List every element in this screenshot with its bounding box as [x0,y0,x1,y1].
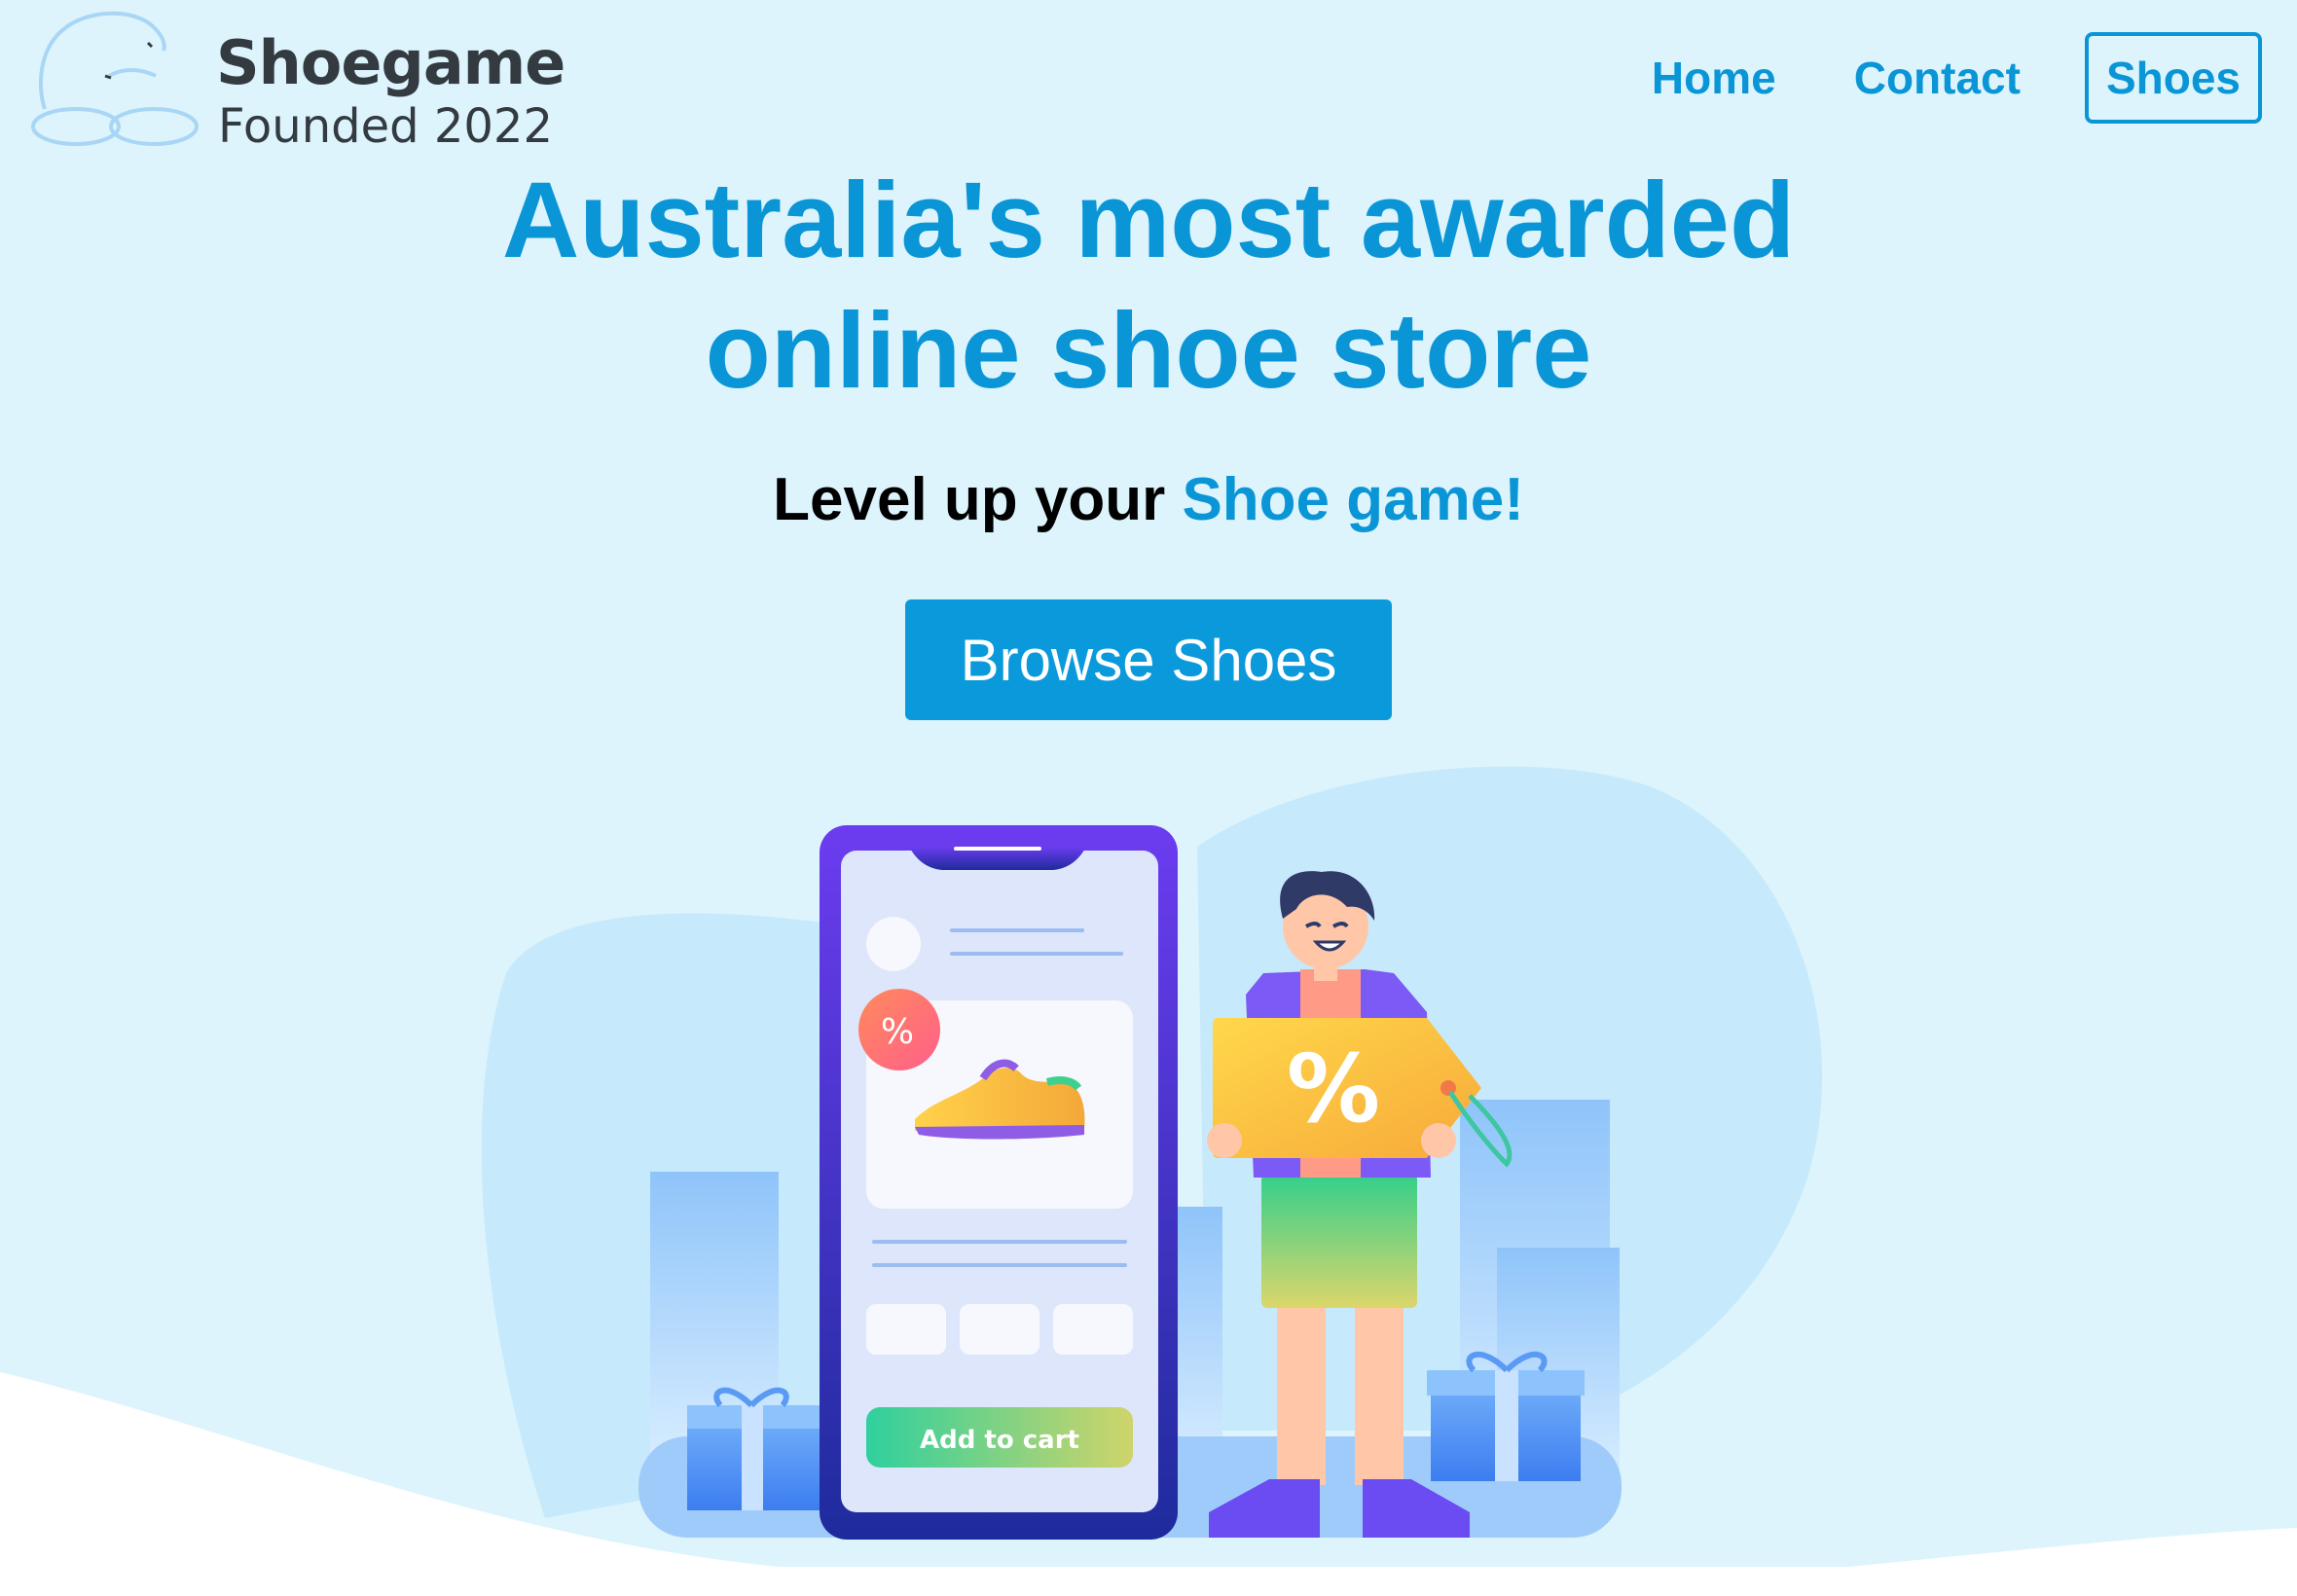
brand[interactable]: Shoegame Founded 2022 [27,8,565,154]
hero-illustration: % Add to cart % [0,766,2297,1596]
gift-box-left-icon [687,1387,820,1510]
hero-subtitle-accent: Shoe game! [1182,466,1524,533]
hero-subtitle-prefix: Level up your [773,466,1166,533]
brand-tagline: Founded 2022 [218,99,553,154]
nav-shoes-link[interactable]: Shoes [2084,32,2262,124]
gift-box-right-icon [1427,1351,1585,1481]
nav-home-link[interactable]: Home [1652,52,1776,104]
shoe-outline-icon [31,11,199,146]
hero-title-line2: online shoe store [705,291,1592,411]
add-to-cart-button: Add to cart [920,1426,1079,1455]
discount-tag-label: % [1287,1034,1380,1143]
browse-shoes-button[interactable]: Browse Shoes [905,599,1392,720]
brand-name: Shoegame [216,27,565,98]
hero-subtitle: Level up your Shoe game! [0,465,2297,534]
hero-title: Australia's most awarded online shoe sto… [0,156,2297,417]
nav-contact-link[interactable]: Contact [1854,52,2021,104]
main-nav: Home Contact Shoes [1574,31,2262,125]
discount-badge: % [881,1012,914,1052]
hero-title-line1: Australia's most awarded [501,161,1796,280]
